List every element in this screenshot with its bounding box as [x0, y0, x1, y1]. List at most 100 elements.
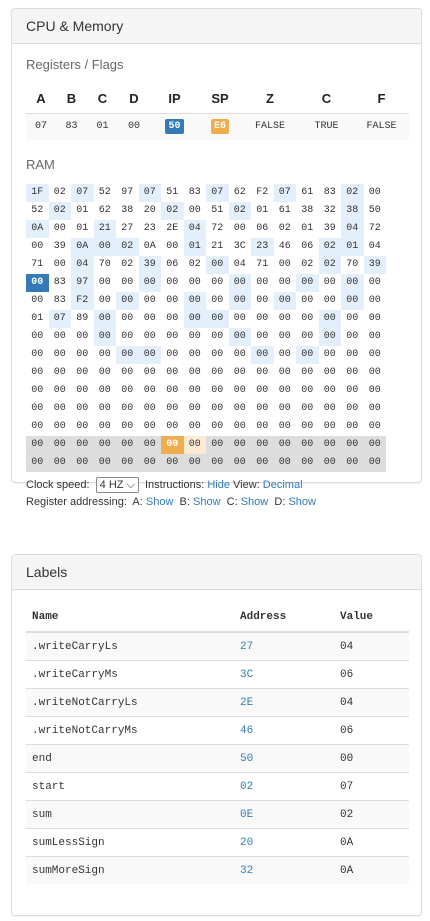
ram-cell: 00	[256, 295, 269, 306]
ram-cell: 1F	[26, 184, 49, 202]
ram-cell: 00	[233, 223, 246, 234]
ram-cell: 00	[98, 403, 111, 414]
ram-cell: 00	[278, 313, 291, 324]
label-name: .writeNotCarryLs	[26, 688, 234, 717]
ram-cell: 00	[228, 436, 251, 454]
addressing-b-show-link[interactable]: Show	[193, 496, 221, 508]
ram-cell: 72	[211, 223, 224, 234]
ram-cell: 00	[206, 310, 229, 328]
ram-cell: 07	[71, 184, 94, 202]
ram-cell: 02	[53, 187, 66, 198]
ram-cell: 00	[301, 313, 314, 324]
ram-cell: 00	[346, 313, 359, 324]
ram-cell: 32	[323, 205, 336, 216]
register-name: D	[129, 91, 139, 106]
label-address: 0E	[234, 800, 334, 829]
ram-cell: 00	[31, 241, 44, 252]
ram-cell: 00	[251, 454, 274, 472]
ram-cell: 00	[98, 295, 111, 306]
ram-cell: 72	[368, 223, 381, 234]
clock-speed-select[interactable]: 4 HZ ⌵	[95, 477, 139, 493]
ip-value-cell: 50	[150, 114, 199, 140]
ram-cell: 00	[93, 436, 116, 454]
ram-cell: 02	[188, 259, 201, 270]
ram-cell: 00	[301, 403, 314, 414]
ram-cell: 01	[183, 238, 206, 256]
ram-cell: 00	[166, 331, 179, 342]
ram-cell: 00	[228, 328, 251, 346]
cpu-memory-panel: CPU & Memory Registers / Flags A B C D I…	[11, 8, 422, 508]
ram-cell: 00	[53, 403, 66, 414]
ram-cell: 00	[318, 454, 341, 472]
label-row: end 50 00	[26, 744, 409, 773]
ram-cell: 00	[346, 331, 359, 342]
ram-cell: 00	[206, 436, 229, 454]
ram-cell: 38	[301, 205, 314, 216]
addressing-c-label: C:	[226, 496, 238, 508]
label-row: sumLessSign 20 0A	[26, 828, 409, 857]
ram-cell: 00	[76, 367, 89, 378]
label-value: 07	[334, 772, 409, 801]
addressing-c-show-link[interactable]: Show	[241, 496, 269, 508]
ram-cell: 00	[93, 328, 116, 346]
ram-cell: 00	[323, 403, 336, 414]
label-row: sum 0E 02	[26, 800, 409, 829]
ram-cell: 00	[166, 313, 179, 324]
ram-cell: 00	[31, 349, 44, 360]
ram-cell: 39	[323, 223, 336, 234]
ram-cell: 0A	[71, 238, 94, 256]
ram-cell: 00	[143, 331, 156, 342]
ram-cell: 00	[233, 421, 246, 432]
addressing-d-show-link[interactable]: Show	[288, 496, 316, 508]
ram-cell: 02	[116, 238, 139, 256]
ram-cell: 00	[256, 367, 269, 378]
ram-cell: 00	[256, 403, 269, 414]
ram-cell: 00	[188, 421, 201, 432]
label-row: .writeNotCarryLs 2E 04	[26, 688, 409, 717]
clock-speed-value: 4 HZ	[99, 479, 124, 491]
label-row: .writeCarryLs 27 04	[26, 631, 409, 661]
ram-cell: 00	[31, 421, 44, 432]
ram-cell: 00	[278, 277, 291, 288]
ram-cell: 00	[183, 292, 206, 310]
ram-cell: 52	[31, 205, 44, 216]
ram-cell: 00	[318, 310, 341, 328]
label-value: 0A	[334, 856, 409, 884]
ram-cell: 00	[278, 259, 291, 270]
ram-cell: 00	[323, 349, 336, 360]
register-value: 00	[127, 121, 140, 132]
ram-cell: 00	[211, 421, 224, 432]
ram-cell: 00	[341, 454, 364, 472]
ram-cell: 00	[228, 274, 251, 292]
ram-cell: 00	[166, 241, 179, 252]
ram-cell: 02	[48, 202, 71, 220]
register-addressing-label: Register addressing:	[26, 496, 127, 508]
ram-cell: 38	[121, 205, 134, 216]
ram-cell: 00	[273, 292, 296, 310]
ram-cell: F2	[71, 292, 94, 310]
ram-cell: 00	[211, 331, 224, 342]
view-toggle-link[interactable]: Decimal	[263, 479, 303, 491]
ram-cell: 00	[121, 331, 134, 342]
ram-cell: 02	[341, 184, 364, 202]
ram-cell: 39	[53, 241, 66, 252]
instructions-toggle-link[interactable]: Hide	[207, 479, 230, 491]
register-addressing-line: Register addressing: A: Show B: Show C: …	[26, 496, 316, 508]
ram-cell: 00	[228, 454, 251, 472]
label-row: sumMoreSign 32 0A	[26, 856, 409, 884]
options-line: Clock speed: 4 HZ ⌵ Instructions: Hide V…	[26, 477, 303, 493]
label-value: 06	[334, 660, 409, 689]
ram-cell: 00	[98, 421, 111, 432]
ram-cell: 00	[346, 385, 359, 396]
ram-cell: 00	[121, 277, 134, 288]
ram-cell: 70	[98, 259, 111, 270]
ram-cell: 00	[143, 385, 156, 396]
addressing-a-show-link[interactable]: Show	[146, 496, 174, 508]
ram-cell: 00	[116, 454, 139, 472]
label-name: end	[26, 744, 234, 773]
ram-cell: 97	[121, 187, 134, 198]
ram-cell: 00	[368, 421, 381, 432]
label-name: .writeNotCarryMs	[26, 716, 234, 745]
ram-cell: 00	[116, 436, 139, 454]
ram-cell: 00	[278, 349, 291, 360]
